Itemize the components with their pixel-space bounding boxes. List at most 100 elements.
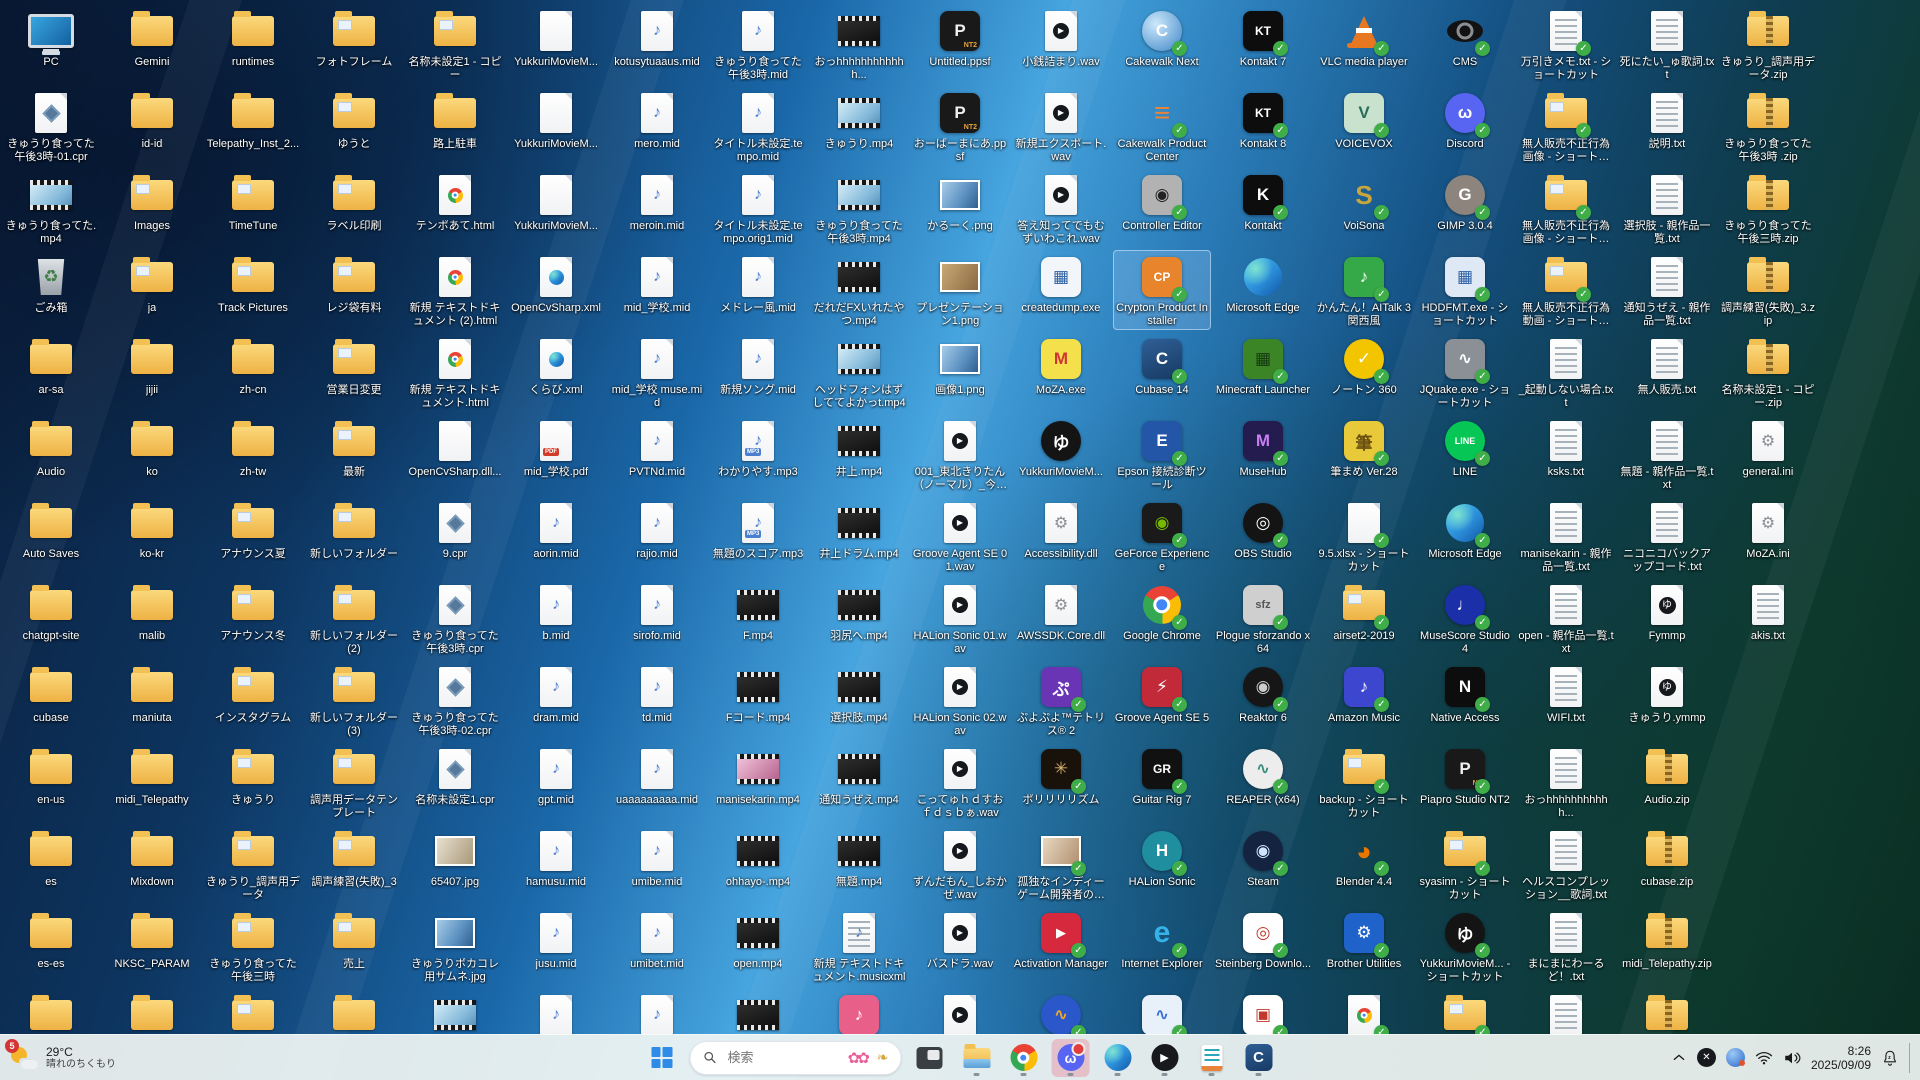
desktop-icon[interactable]: midi_Telepathy xyxy=(103,742,201,822)
blue-sphere-tray-icon[interactable] xyxy=(1726,1048,1745,1067)
desktop-icon[interactable]: ▶こってゅｈｄすおｆｄｓｂぁ.wav xyxy=(911,742,1009,822)
desktop-icon[interactable]: 新規 テキストドキュメント (2).html xyxy=(406,250,504,330)
desktop-icon[interactable]: 筆✓筆まめ Ver.28 xyxy=(1315,414,1413,494)
desktop-icon[interactable]: 調声用データテンプレート xyxy=(305,742,403,822)
desktop-icon[interactable]: ✓無人販売不正行為画像 - ショートカット xyxy=(1517,168,1615,248)
desktop-icon[interactable] xyxy=(406,988,504,1035)
desktop-icon[interactable]: ∿✓JQuake.exe - ショートカット xyxy=(1416,332,1514,412)
desktop-icon[interactable]: PNT2Untitled.ppsf xyxy=(911,4,1009,84)
desktop-icon[interactable]: ラベル印刷 xyxy=(305,168,403,248)
desktop-icon[interactable]: きゅうり食ってた午後3時 .zip xyxy=(1719,86,1817,166)
desktop-icon[interactable]: ko xyxy=(103,414,201,494)
desktop-icon[interactable]: レジ袋有料 xyxy=(305,250,403,330)
desktop-icon[interactable]: malib xyxy=(103,578,201,658)
desktop-icon[interactable]: 名称未設定1 - コピー.zip xyxy=(1719,332,1817,412)
desktop-icon[interactable]: まにまにわーるど！.txt xyxy=(1517,906,1615,986)
desktop-icon[interactable]: ja xyxy=(103,250,201,330)
desktop-icon[interactable]: ✓9.5.xlsx - ショートカット xyxy=(1315,496,1413,576)
desktop-icon[interactable]: H✓HALion Sonic xyxy=(1113,824,1211,904)
desktop-icon[interactable]: インスタグラム xyxy=(204,660,302,740)
desktop-icon[interactable]: KT✓Kontakt 8 xyxy=(1214,86,1312,166)
desktop-icon[interactable] xyxy=(305,988,403,1035)
desktop-icon[interactable]: ゆFymmp xyxy=(1618,578,1716,658)
desktop-icon[interactable]: ♪gpt.mid xyxy=(507,742,605,822)
desktop-icon[interactable]: jijii xyxy=(103,332,201,412)
desktop-icon[interactable]: だれだFXいれたやつ.mp4 xyxy=(810,250,908,330)
desktop-icon[interactable]: 売上 xyxy=(305,906,403,986)
desktop-icon[interactable]: ▶ xyxy=(911,988,1009,1035)
desktop-icon[interactable]: ♻ごみ箱 xyxy=(2,250,100,330)
desktop-icon[interactable]: ✓無人販売不正行為画像 - ショートカッ... xyxy=(1517,86,1615,166)
desktop-icon[interactable] xyxy=(709,988,807,1035)
desktop-icon[interactable]: Gemini xyxy=(103,4,201,84)
search-input[interactable] xyxy=(726,1049,840,1066)
desktop-icon[interactable]: アナウンス冬 xyxy=(204,578,302,658)
desktop-icon[interactable]: ♪mid_学校.mid xyxy=(608,250,706,330)
desktop-icon[interactable]: ◉✓Steam xyxy=(1214,824,1312,904)
show-desktop-button[interactable] xyxy=(1909,1043,1914,1073)
desktop-icon[interactable]: ✓万引きメモ.txt - ショートカット xyxy=(1517,4,1615,84)
desktop-icon[interactable]: きゅうり_調声用データ.zip xyxy=(1719,4,1817,84)
desktop-icon[interactable]: Audio.zip xyxy=(1618,742,1716,822)
discord-button[interactable]: ω xyxy=(1052,1039,1090,1077)
desktop-icon[interactable]: ω✓Discord xyxy=(1416,86,1514,166)
desktop-icon[interactable]: V✓VOICEVOX xyxy=(1315,86,1413,166)
desktop-icon[interactable]: Images xyxy=(103,168,201,248)
desktop-icon[interactable]: ♩✓MuseScore Studio 4 xyxy=(1416,578,1514,658)
desktop-icon[interactable]: きゅうり食ってた.mp4 xyxy=(2,168,100,248)
desktop-icon[interactable]: 新しいフォルダー (2) xyxy=(305,578,403,658)
desktop-icon[interactable]: ∿✓ xyxy=(1012,988,1110,1035)
desktop-icon[interactable]: ▦createdump.exe xyxy=(1012,250,1110,330)
desktop-icon[interactable]: ♪タイトル未設定.tempo.orig1.mid xyxy=(709,168,807,248)
desktop-icon[interactable]: ♪jusu.mid xyxy=(507,906,605,986)
desktop-icon[interactable]: ∿✓REAPER (x64) xyxy=(1214,742,1312,822)
desktop-icon[interactable]: G✓GIMP 3.0.4 xyxy=(1416,168,1514,248)
desktop-icon[interactable]: きゅうり食ってた午後3時-02.cpr xyxy=(406,660,504,740)
desktop-icon[interactable]: 路上駐車 xyxy=(406,86,504,166)
desktop-icon[interactable]: es xyxy=(2,824,100,904)
desktop-icon[interactable]: ✓Google Chrome xyxy=(1113,578,1211,658)
desktop-icon[interactable]: きゅうりボカコレ用サムネ.jpg xyxy=(406,906,504,986)
desktop-icon[interactable]: 名称未設定1.cpr xyxy=(406,742,504,822)
desktop-icon[interactable]: YukkuriMovieM... xyxy=(507,86,605,166)
desktop-icon[interactable]: ♪hamusu.mid xyxy=(507,824,605,904)
desktop-icon[interactable]: きゅうり食ってた午後3時.mp4 xyxy=(810,168,908,248)
chevron-up-icon[interactable] xyxy=(1671,1050,1687,1066)
desktop-icon[interactable]: ✓ xyxy=(1315,988,1413,1035)
desktop-icon[interactable]: ko-kr xyxy=(103,496,201,576)
desktop-icon[interactable]: ♪タイトル未設定.tempo.mid xyxy=(709,86,807,166)
desktop-icon[interactable]: cubase xyxy=(2,660,100,740)
desktop-icon[interactable]: ♪MP3わかりやす.mp3 xyxy=(709,414,807,494)
desktop-icon[interactable]: PNT2おーばーまにあ.ppsf xyxy=(911,86,1009,166)
desktop-icon[interactable]: 画像1.png xyxy=(911,332,1009,412)
desktop-icon[interactable]: ▶ずんだもん_しおかぜ.wav xyxy=(911,824,1009,904)
desktop-icon[interactable]: ✓ xyxy=(1416,988,1514,1035)
desktop-icon[interactable]: PDFmid_学校.pdf xyxy=(507,414,605,494)
desktop-icon[interactable]: 新しいフォルダー (3) xyxy=(305,660,403,740)
desktop-icon[interactable]: NKSC_PARAM xyxy=(103,906,201,986)
desktop-icon[interactable]: ⚙Accessibility.dll xyxy=(1012,496,1110,576)
desktop-icon[interactable]: runtimes xyxy=(204,4,302,84)
desktop-icon[interactable]: ♪b.mid xyxy=(507,578,605,658)
desktop-icon[interactable]: Telepathy_Inst_2... xyxy=(204,86,302,166)
desktop-icon[interactable]: 死にたい_ゅ歌詞.txt xyxy=(1618,4,1716,84)
desktop-icon[interactable]: Fコード.mp4 xyxy=(709,660,807,740)
desktop-icon[interactable]: F.mp4 xyxy=(709,578,807,658)
desktop-icon[interactable]: ▶バスドラ.wav xyxy=(911,906,1009,986)
wifi-icon[interactable] xyxy=(1755,1049,1773,1067)
desktop-icon[interactable]: ✓Microsoft Edge xyxy=(1416,496,1514,576)
search-box[interactable]: ✿✿❧ xyxy=(690,1041,902,1075)
desktop-icon[interactable]: ゆYukkuriMovieM... xyxy=(1012,414,1110,494)
edge-button[interactable] xyxy=(1099,1039,1137,1077)
desktop-icon[interactable]: ♪umibet.mid xyxy=(608,906,706,986)
desktop-icon[interactable]: きゅうり.mp4 xyxy=(810,86,908,166)
desktop-icon[interactable]: ohhayo-.mp4 xyxy=(709,824,807,904)
desktop-icon[interactable]: ぷ✓ぷよぷよ™テトリス® 2 xyxy=(1012,660,1110,740)
desktop-icon[interactable]: ▶HALion Sonic 02.wav xyxy=(911,660,1009,740)
desktop-icon[interactable] xyxy=(204,988,302,1035)
desktop-icon[interactable]: ⚙✓Brother Utilities xyxy=(1315,906,1413,986)
desktop-icon[interactable]: ⚙MoZA.ini xyxy=(1719,496,1817,576)
desktop-icon[interactable]: Audio xyxy=(2,414,100,494)
desktop-icon[interactable]: ♪uaaaaaaaaa.mid xyxy=(608,742,706,822)
desktop-icon[interactable]: ▶001_東北きりたん（ノーマル）_今じゃ... xyxy=(911,414,1009,494)
